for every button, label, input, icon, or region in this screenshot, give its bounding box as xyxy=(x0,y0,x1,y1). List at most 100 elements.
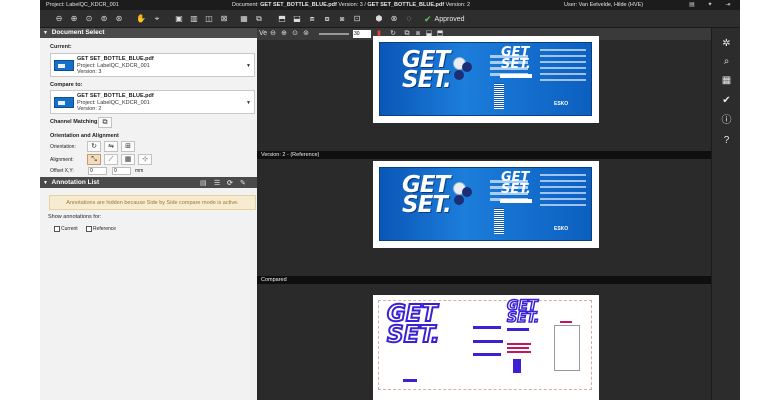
zoom-page-icon[interactable]: ⊛ xyxy=(114,14,124,24)
difference-mark xyxy=(473,340,503,343)
approve-icon[interactable]: ✔ xyxy=(720,94,733,107)
zoom-fit-icon[interactable]: ⊙ xyxy=(84,14,94,24)
show-current-checkbox[interactable]: Current xyxy=(54,226,78,232)
compare-to-label: Compare to: xyxy=(50,82,83,88)
current-version-page[interactable]: GET SET. GET SET. ESKO xyxy=(373,36,599,123)
help-icon[interactable]: ? xyxy=(720,134,733,147)
chevron-down-icon[interactable]: ▼ xyxy=(246,100,251,106)
align-diagonal-icon[interactable]: ⟋ xyxy=(104,154,118,165)
zoom-input[interactable]: 30 xyxy=(353,30,371,38)
compare-document-select[interactable]: GET SET_BOTTLE_BLUE.pdf Project: LabelQC… xyxy=(50,90,255,114)
refresh-icon[interactable]: ⟳ xyxy=(227,178,233,189)
difference-mark xyxy=(507,343,531,345)
channel-matching-button[interactable]: ⧉ xyxy=(98,117,112,128)
report-icon[interactable]: ⊡ xyxy=(352,14,362,24)
logout-icon[interactable]: ⇥ xyxy=(724,1,732,9)
top-bar: Project: LabelQC_KDCR_001 Document: GET … xyxy=(40,0,740,10)
export-icon[interactable]: ▤ xyxy=(200,178,207,189)
reject-icon[interactable]: ⊗ xyxy=(389,14,399,24)
search-icon[interactable]: ⌕ xyxy=(720,55,733,68)
notes-icon[interactable]: ▦ xyxy=(239,14,249,24)
thumbnails-icon[interactable]: ▦ xyxy=(720,74,733,87)
zoom-in-icon[interactable]: ⊕ xyxy=(69,14,79,24)
zoom-out-icon[interactable]: ⊖ xyxy=(54,14,64,24)
barcode xyxy=(494,208,504,234)
compared-section-header: Compared xyxy=(257,276,711,284)
current-filename: GET SET_BOTTLE_BLUE.pdf xyxy=(77,56,154,62)
show-reference-checkbox[interactable]: Reference xyxy=(86,226,116,232)
berry-image xyxy=(462,187,472,197)
comment-icon[interactable]: ◌ xyxy=(404,14,414,24)
step-back-icon[interactable]: ⬢ xyxy=(374,14,384,24)
offset-x-input[interactable]: 0 xyxy=(88,167,107,175)
align-manual-icon[interactable]: ⤡ xyxy=(87,154,101,165)
zoom-in-icon[interactable]: ⊕ xyxy=(280,30,288,38)
reference-section-header: Version: 2 - (Reference) xyxy=(257,151,711,159)
difference-mark xyxy=(507,328,529,331)
approved-status[interactable]: ✔ Approved xyxy=(424,14,465,25)
reference-version-page[interactable]: GET SET. GET SET. ESKO xyxy=(373,161,599,248)
align-center-icon[interactable]: ⊹ xyxy=(138,154,152,165)
info-icon[interactable]: ⓘ xyxy=(720,114,733,127)
current-label: Current: xyxy=(50,44,72,50)
align-grid-icon[interactable]: ▦ xyxy=(121,154,135,165)
document-select-header[interactable]: ▼ Document Select xyxy=(40,28,257,38)
pan-hand-icon[interactable]: ✋ xyxy=(136,14,146,24)
current-document-select[interactable]: GET SET_BOTTLE_BLUE.pdf Project: LabelQC… xyxy=(50,53,255,77)
channel-matching-label: Channel Matching: xyxy=(50,119,100,125)
layers-icon[interactable]: ⧇ xyxy=(322,14,332,24)
document-title: Document: GET SET_BOTTLE_BLUE.pdf Versio… xyxy=(232,2,471,8)
collapse-triangle-icon[interactable]: ▼ xyxy=(43,180,48,186)
offset-y-input[interactable]: 0 xyxy=(112,167,131,175)
rotate-icon[interactable]: ↻ xyxy=(87,141,101,152)
zoom-slider[interactable] xyxy=(319,33,349,35)
settings-icon[interactable]: ✦ xyxy=(706,1,714,9)
label-text-block xyxy=(540,174,586,210)
compare-document-thumbnail xyxy=(54,97,74,108)
berry-image xyxy=(454,195,464,205)
text-select-icon[interactable]: ⊠ xyxy=(219,14,229,24)
chevron-down-icon[interactable]: ▼ xyxy=(246,63,251,69)
measure-icon[interactable]: ⌖ xyxy=(152,14,162,24)
separations-icon[interactable]: ⧆ xyxy=(337,14,347,24)
ruler-icon[interactable]: ▥ xyxy=(189,14,199,24)
compared-text-box xyxy=(554,325,580,371)
section-label: Ve xyxy=(259,30,268,37)
list-icon[interactable]: ☰ xyxy=(214,178,220,189)
zoom-width-icon[interactable]: ⊚ xyxy=(99,14,109,24)
side-by-side-icon[interactable]: ⬒ xyxy=(277,14,287,24)
zoom-out-icon[interactable]: ⊖ xyxy=(269,30,277,38)
overlay-icon[interactable]: ⬓ xyxy=(292,14,302,24)
compare-icon[interactable]: ⧉ xyxy=(254,14,264,24)
compared-page[interactable]: GET SET. GET SET. xyxy=(373,295,599,400)
checkbox-icon[interactable] xyxy=(54,226,60,232)
annotation-list-header[interactable]: ▼ Annotation List ▤ ☰ ⟳ ✎ xyxy=(40,177,257,188)
difference-mark xyxy=(507,351,531,353)
project-name: Project: LabelQC_KDCR_001 xyxy=(46,2,119,8)
separations-icon[interactable]: ✲ xyxy=(720,37,733,50)
orientation-alignment-label: Orientation and Alignment xyxy=(50,133,119,139)
annotations-hidden-notice: Annotations are hidden because Side by S… xyxy=(49,195,256,210)
flip-icon[interactable]: ⇋ xyxy=(104,141,118,152)
zoom-fit-icon[interactable]: ⊙ xyxy=(291,30,299,38)
current-version: Version: 3 xyxy=(77,69,102,75)
label-brand: GET SET. xyxy=(402,172,452,218)
user-name: User: Van Eetvelde, Hilde (HVE) xyxy=(564,2,644,8)
energy-drink-band xyxy=(500,74,532,78)
label-text-block xyxy=(540,49,586,85)
densitometer-icon[interactable]: ◫ xyxy=(204,14,214,24)
difference-mark xyxy=(513,359,521,373)
select-icon[interactable]: ▣ xyxy=(174,14,184,24)
mirror-icon[interactable]: ⊞ xyxy=(121,141,135,152)
offset-label: Offset X,Y: xyxy=(50,168,74,174)
settings-icon[interactable]: ✎ xyxy=(240,178,246,189)
current-document-thumbnail xyxy=(54,60,74,71)
difference-mark xyxy=(403,379,417,382)
application-window: Project: LabelQC_KDCR_001 Document: GET … xyxy=(40,0,740,400)
zoom-page-icon[interactable]: ⊚ xyxy=(302,30,310,38)
checkbox-icon[interactable] xyxy=(86,226,92,232)
difference-icon[interactable]: ⧈ xyxy=(307,14,317,24)
print-icon[interactable]: ▤ xyxy=(688,1,696,9)
collapse-triangle-icon[interactable]: ▼ xyxy=(43,30,48,36)
right-sidebar: ✲ ⌕ ▦ ✔ ⓘ ? xyxy=(711,28,740,400)
